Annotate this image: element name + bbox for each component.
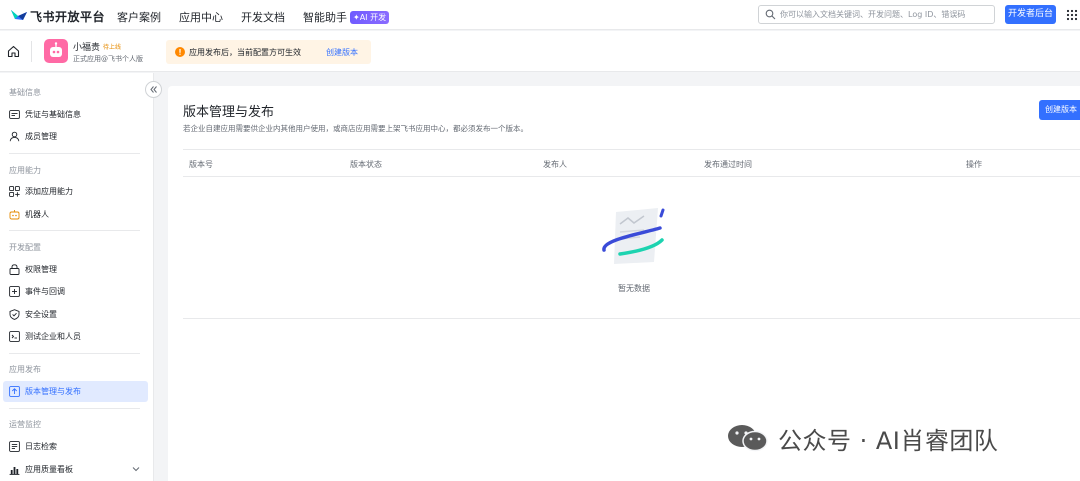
section-title-dev-config: 开发配置 — [9, 243, 41, 252]
lock-icon — [9, 264, 20, 275]
divider — [31, 41, 32, 62]
section-title-monitoring: 运营监控 — [9, 420, 41, 429]
table-header: 版本号 版本状态 发布人 发布通过时间 操作 — [183, 149, 1080, 177]
app-header-bar: 小福贵 待上线 正式应用@飞书个人版 应用发布后，当前配置方可生效 创建版本 — [0, 31, 1080, 72]
chevron-down-icon — [132, 467, 140, 472]
sidebar: 基础信息 凭证与基础信息 成员管理 应用能力 添加应用能力 机器人 开发配置 权… — [0, 73, 154, 481]
app-grid-icon[interactable] — [1066, 9, 1078, 21]
empty-state-text: 暂无数据 — [618, 284, 650, 293]
page-description: 若企业自建应用需要供企业内其他用户使用，或商店应用需要上架飞书应用中心，都必须发… — [183, 124, 528, 133]
page-title: 版本管理与发布 — [183, 105, 275, 120]
robot-icon — [50, 42, 62, 57]
test-icon — [9, 331, 20, 342]
sidebar-item-label: 版本管理与发布 — [25, 387, 81, 396]
sidebar-item-add-capability[interactable]: 添加应用能力 — [3, 181, 148, 202]
sidebar-item-security[interactable]: 安全设置 — [3, 304, 148, 325]
developer-console-button[interactable]: 开发者后台 — [1005, 5, 1056, 24]
sidebar-item-label: 凭证与基础信息 — [25, 110, 81, 119]
wechat-icon — [728, 425, 768, 452]
shield-icon — [9, 309, 20, 320]
sidebar-collapse-button[interactable] — [145, 81, 162, 98]
log-icon — [9, 441, 20, 452]
feishu-logo-icon[interactable] — [10, 7, 28, 23]
divider — [9, 153, 140, 154]
nav-links: 客户案例 应用中心 开发文档 智能助手 ✦AI 开发 — [117, 9, 390, 25]
double-chevron-left-icon — [150, 86, 157, 93]
bot-icon — [9, 210, 20, 220]
bar-chart-icon — [9, 467, 20, 475]
nav-link-app-center[interactable]: 应用中心 — [179, 9, 223, 25]
empty-state-illustration — [602, 208, 665, 264]
create-version-button[interactable]: 创建版本 — [1039, 100, 1080, 120]
home-icon[interactable] — [7, 45, 20, 58]
nav-link-cases[interactable]: 客户案例 — [117, 9, 161, 25]
nav-link-assistant[interactable]: 智能助手 ✦AI 开发 — [303, 9, 390, 25]
top-navigation: 飞书开放平台 客户案例 应用中心 开发文档 智能助手✦AI 开发 开发者后台 — [0, 0, 1080, 30]
divider — [9, 353, 140, 354]
app-name: 小福贵 — [73, 43, 101, 53]
notice-text: 应用发布后，当前配置方可生效 — [189, 48, 301, 57]
user-icon — [9, 131, 20, 142]
id-card-icon — [9, 110, 20, 119]
section-title-publish: 应用发布 — [9, 365, 41, 374]
nav-link-assistant-label: 智能助手 — [303, 11, 347, 24]
sidebar-item-label: 日志检索 — [25, 442, 57, 451]
publish-notice: 应用发布后，当前配置方可生效 创建版本 — [166, 40, 371, 64]
search-icon — [765, 9, 776, 20]
warning-icon — [175, 47, 185, 57]
nav-link-docs[interactable]: 开发文档 — [241, 9, 285, 25]
app-subtitle: 正式应用@飞书个人版 — [73, 55, 143, 63]
sidebar-item-quality-dashboard[interactable]: 应用质量看板 — [3, 459, 148, 480]
app-avatar[interactable] — [44, 39, 68, 63]
column-header-publish-time: 发布通过时间 — [704, 160, 752, 169]
sidebar-item-label: 成员管理 — [25, 132, 57, 141]
search-box[interactable] — [758, 5, 995, 24]
sidebar-item-label: 事件与回调 — [25, 287, 65, 296]
search-input[interactable] — [780, 8, 990, 21]
divider — [9, 408, 140, 409]
event-plus-icon — [9, 286, 20, 297]
column-header-status: 版本状态 — [350, 160, 382, 169]
sidebar-item-version-management[interactable]: 版本管理与发布 — [3, 381, 148, 402]
sidebar-item-label: 添加应用能力 — [25, 187, 73, 196]
ai-badge: ✦AI 开发 — [350, 11, 390, 24]
sidebar-item-label: 机器人 — [25, 210, 49, 219]
sidebar-item-test-tenant[interactable]: 测试企业和人员 — [3, 326, 148, 347]
grid-plus-icon — [9, 186, 20, 197]
sidebar-item-label: 权限管理 — [25, 265, 57, 274]
sidebar-item-permissions[interactable]: 权限管理 — [3, 259, 148, 280]
brand-name[interactable]: 飞书开放平台 — [30, 8, 105, 25]
section-title-capabilities: 应用能力 — [9, 166, 41, 175]
divider — [183, 318, 1080, 319]
watermark-text: 公众号 · AI肖睿团队 — [778, 426, 999, 455]
divider — [9, 230, 140, 231]
create-version-link[interactable]: 创建版本 — [326, 47, 358, 58]
status-badge: 待上线 — [103, 44, 122, 51]
column-header-actions: 操作 — [966, 160, 982, 169]
sidebar-item-credentials[interactable]: 凭证与基础信息 — [3, 104, 148, 125]
sidebar-item-label: 测试企业和人员 — [25, 332, 81, 341]
sidebar-item-members[interactable]: 成员管理 — [3, 126, 148, 147]
column-header-version: 版本号 — [189, 160, 213, 169]
watermark: 公众号 · AI肖睿团队 — [726, 421, 998, 455]
column-header-publisher: 发布人 — [543, 160, 567, 169]
sidebar-item-bot[interactable]: 机器人 — [3, 204, 148, 225]
publish-icon — [9, 386, 20, 397]
sidebar-item-label: 安全设置 — [25, 310, 57, 319]
section-title-basic-info: 基础信息 — [9, 88, 41, 97]
sidebar-item-events[interactable]: 事件与回调 — [3, 281, 148, 302]
sidebar-item-log-search[interactable]: 日志检索 — [3, 436, 148, 457]
sidebar-item-label: 应用质量看板 — [25, 465, 73, 474]
